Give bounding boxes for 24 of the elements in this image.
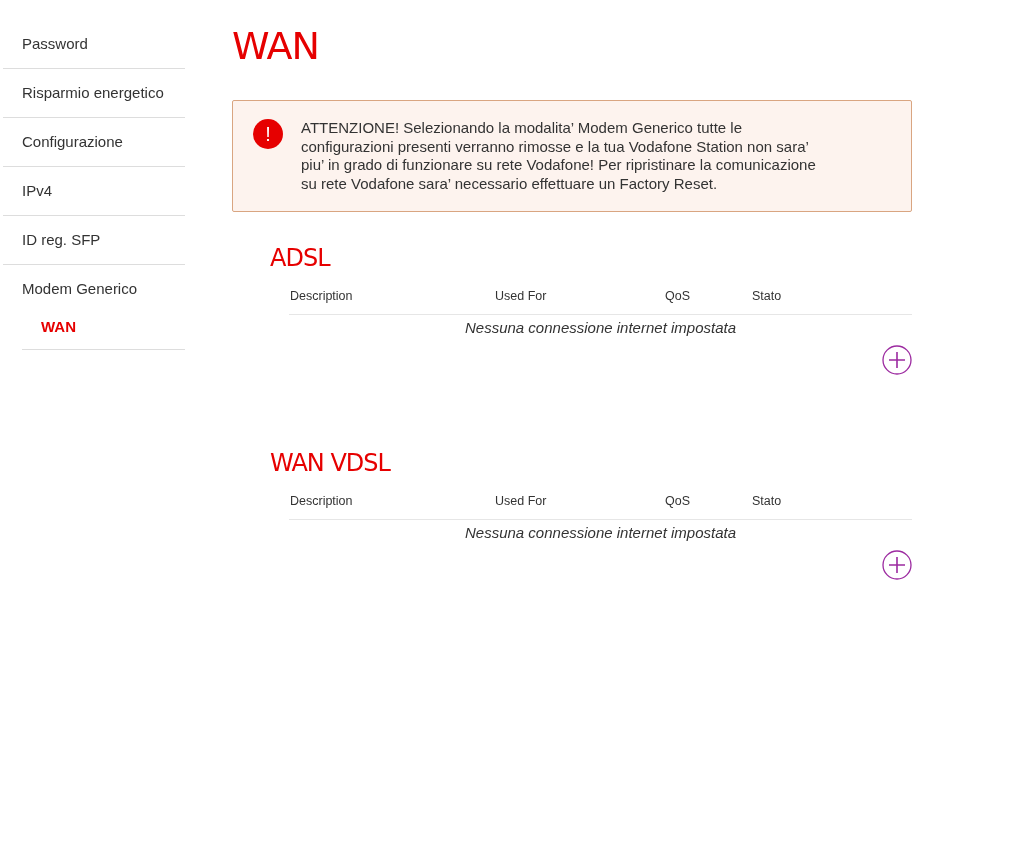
warning-text: ATTENZIONE! Selezionando la modalita’ Modem Generico tutte le configurazioni presenti verranno rimosse e la tua Vodafone Station non sara’ piu’ in grado di funzionare su rete Vodafone! Per ripristinare la comunicazione su rete Vodafone sara’ necessario effettuare un Factory Reset. bbox=[301, 119, 817, 193]
column-header: Used For bbox=[495, 287, 548, 305]
add-button[interactable] bbox=[882, 345, 912, 376]
column-header: Description bbox=[290, 492, 354, 510]
sidebar-item[interactable]: Configurazione bbox=[3, 118, 185, 167]
column-header: QoS bbox=[665, 492, 691, 510]
column-header: Stato bbox=[752, 492, 783, 510]
column-header: Stato bbox=[752, 287, 783, 305]
add-button[interactable] bbox=[882, 550, 912, 581]
warning-icon: ! bbox=[253, 119, 283, 149]
page-title: WAN bbox=[232, 23, 320, 70]
sidebar-item[interactable]: Password bbox=[3, 20, 185, 69]
empty-message: Nessuna connessione internet impostata bbox=[464, 522, 737, 543]
section-title: WAN VDSL bbox=[270, 449, 392, 478]
section-title: ADSL bbox=[270, 244, 332, 273]
sidebar-item[interactable]: ID reg. SFP bbox=[3, 216, 185, 265]
sidebar-item[interactable]: Risparmio energetico bbox=[3, 69, 185, 118]
empty-message: Nessuna connessione internet impostata bbox=[464, 317, 737, 338]
column-header: Description bbox=[290, 287, 354, 305]
column-header: Used For bbox=[495, 492, 548, 510]
sidebar-item[interactable]: IPv4 bbox=[3, 167, 185, 216]
sidebar-subitem[interactable]: WAN bbox=[22, 313, 185, 350]
column-header: QoS bbox=[665, 287, 691, 305]
sidebar-item[interactable]: Modem Generico bbox=[3, 265, 185, 313]
